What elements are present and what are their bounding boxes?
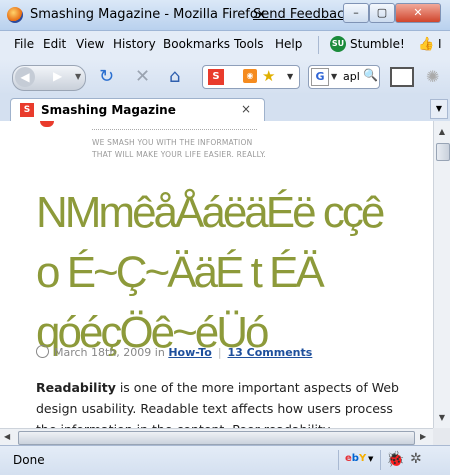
menu-view[interactable]: View — [76, 37, 104, 51]
vertical-scroll-thumb[interactable] — [436, 143, 450, 161]
menu-help[interactable]: Help — [275, 37, 302, 51]
menu-bookmarks[interactable]: Bookmarks — [163, 37, 230, 51]
send-feedback-link[interactable]: Send Feedback — [253, 7, 352, 22]
scrollbar-corner — [433, 428, 450, 445]
tab-close-icon[interactable]: × — [241, 102, 251, 116]
search-icon[interactable]: 🔍 — [363, 68, 378, 82]
article-title-line[interactable]: NMmêåÅáëäÉë cçê — [36, 183, 426, 243]
thumbs-up-label[interactable]: I — [438, 37, 442, 51]
bookmark-star-icon[interactable]: ★ — [262, 67, 275, 85]
ebay-dropdown-icon[interactable]: ▼ — [368, 455, 373, 463]
comments-link[interactable]: 13 Comments — [228, 346, 313, 359]
thumbs-up-icon[interactable]: 👍 — [418, 37, 434, 52]
window-title: Smashing Magazine - Mozilla Firefox — [30, 7, 266, 22]
menu-history[interactable]: History — [113, 37, 156, 51]
menu-edit[interactable]: Edit — [43, 37, 66, 51]
dotted-divider — [92, 129, 257, 130]
home-icon[interactable]: ⌂ — [169, 66, 180, 87]
horizontal-scroll-thumb[interactable] — [18, 431, 415, 445]
addon-gear-icon[interactable]: ✲ — [410, 451, 422, 467]
ebay-companion-icon[interactable]: ebY — [345, 453, 366, 464]
clock-icon — [36, 345, 49, 358]
menu-separator — [318, 36, 319, 54]
status-separator — [338, 450, 339, 470]
search-input[interactable]: apl — [343, 70, 360, 83]
maximize-button[interactable]: ▢ — [369, 3, 395, 23]
scroll-left-arrow-icon[interactable]: ◀ — [4, 430, 10, 444]
title-bar: Smashing Magazine - Mozilla Firefox Send… — [0, 0, 450, 31]
address-bar[interactable]: S ◉ ★ ▼ — [202, 65, 300, 89]
site-tagline: WE SMASH YOU WITH THE INFORMATION THAT W… — [92, 138, 266, 159]
tab-smashing-magazine[interactable]: S Smashing Magazine × — [10, 98, 265, 122]
article-title-line[interactable]: o É~Ç~ÄäÉ t ÉÄ — [36, 243, 426, 303]
close-window-button[interactable]: ✕ — [395, 3, 441, 23]
horizontal-scrollbar[interactable]: ◀ ▶ — [0, 428, 433, 446]
tab-list-dropdown-icon[interactable]: ▼ — [430, 99, 448, 119]
firefox-icon — [7, 7, 23, 23]
status-bar: Done ebY ▼ 🐞 ✲ — [0, 445, 450, 475]
back-arrow-icon[interactable]: ◀ — [15, 67, 35, 87]
firebug-icon[interactable]: 🐞 — [386, 450, 405, 468]
vertical-scrollbar[interactable]: ▲ ▼ — [433, 121, 450, 428]
stumble-button[interactable]: Stumble! — [350, 37, 405, 51]
search-engine-dropdown-icon[interactable]: ▼ — [331, 72, 337, 81]
meta-separator: | — [217, 346, 222, 359]
scroll-right-arrow-icon[interactable]: ▶ — [420, 430, 426, 444]
tab-label: Smashing Magazine — [41, 103, 176, 117]
scroll-down-arrow-icon[interactable]: ▼ — [435, 411, 449, 425]
menu-tools[interactable]: Tools — [234, 37, 264, 51]
minimize-button[interactable]: – — [343, 3, 369, 23]
address-dropdown-icon[interactable]: ▼ — [287, 72, 293, 81]
history-dropdown-icon[interactable]: ▼ — [75, 72, 81, 81]
google-search-engine-icon[interactable]: G — [311, 68, 329, 86]
article-paragraph: Readability is one of the more important… — [36, 377, 406, 428]
status-text: Done — [13, 453, 45, 467]
scroll-up-arrow-icon[interactable]: ▲ — [435, 125, 449, 139]
reload-icon[interactable]: ↻ — [99, 66, 114, 87]
stop-icon[interactable]: ✕ — [135, 66, 150, 87]
category-link[interactable]: How-To — [168, 346, 211, 359]
back-forward-group: ◀ ▶ ▼ — [12, 65, 86, 91]
menu-file[interactable]: File — [14, 37, 34, 51]
loading-throbber-icon: ✺ — [426, 67, 440, 86]
article-meta: March 18th, 2009 in How-To | 13 Comments — [36, 345, 312, 359]
navigation-toolbar: ◀ ▶ ▼ ↻ ✕ ⌂ S ◉ ★ ▼ G ▼ apl 🔍 ✺ — [0, 59, 450, 95]
toolbar-window-icon[interactable] — [390, 67, 414, 87]
search-bar[interactable]: G ▼ apl 🔍 — [308, 65, 380, 89]
tab-favicon-icon: S — [20, 103, 34, 117]
rss-feed-icon[interactable]: ◉ — [243, 69, 257, 83]
smashing-logo-icon[interactable] — [40, 121, 54, 127]
status-separator — [380, 450, 381, 470]
page-content: WE SMASH YOU WITH THE INFORMATION THAT W… — [0, 121, 433, 428]
stumbleupon-icon[interactable]: SU — [330, 36, 346, 52]
article-date: March 18th, 2009 in — [54, 346, 165, 359]
tab-bar: S Smashing Magazine × ▼ — [0, 95, 450, 122]
forward-arrow-icon[interactable]: ▶ — [53, 69, 62, 83]
article-title[interactable]: NMmêåÅáëäÉë cçê o É~Ç~ÄäÉ t ÉÄ qóéçÖê~éÜ… — [36, 183, 426, 363]
menu-bar: File Edit View History Bookmarks Tools H… — [0, 31, 450, 59]
site-favicon-icon: S — [208, 69, 224, 85]
readability-term: Readability — [36, 380, 116, 395]
